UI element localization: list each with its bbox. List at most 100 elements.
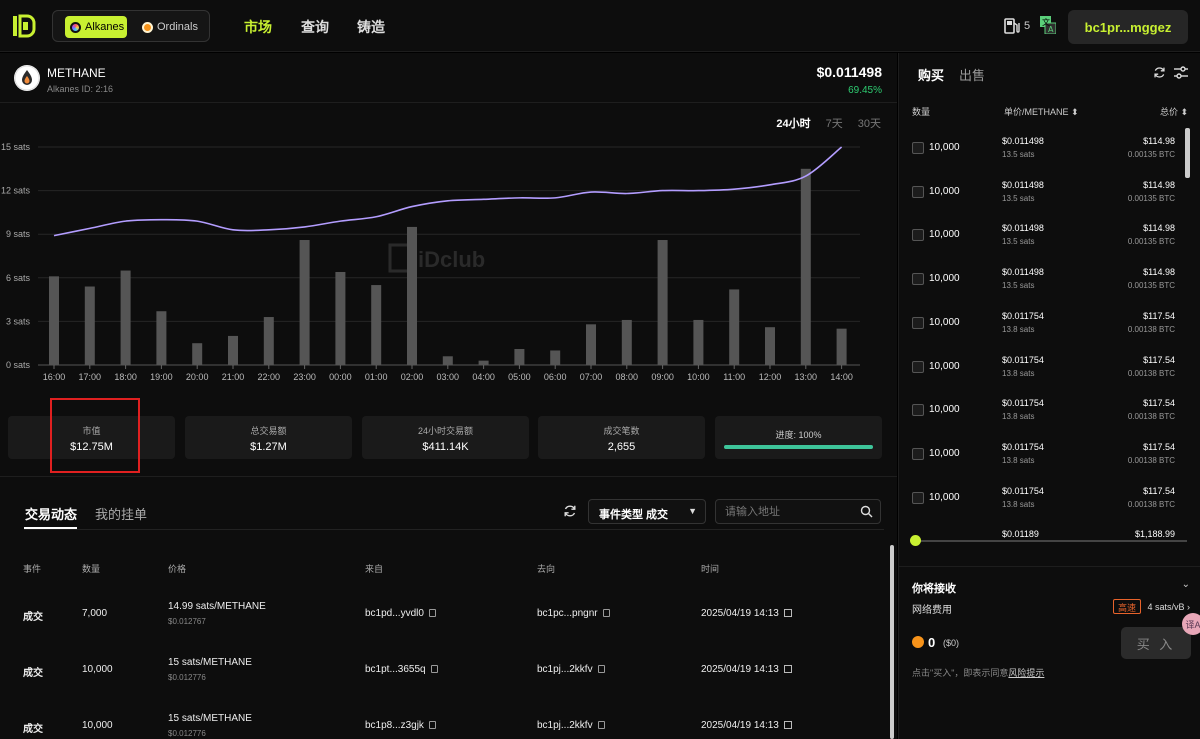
x-tick-label: 06:00	[544, 372, 567, 382]
time-cell[interactable]: 2025/04/19 14:13	[701, 608, 792, 619]
order-qty: 10,000	[929, 185, 960, 197]
to-cell[interactable]: bc1pj...2kkfv	[537, 664, 605, 675]
search-icon[interactable]	[860, 505, 873, 518]
order-unit-price: $0.011754	[1002, 485, 1044, 496]
protocol-ordinals-button[interactable]: Ordinals	[137, 16, 203, 38]
order-checkbox[interactable]	[912, 273, 924, 286]
order-checkbox[interactable]	[912, 229, 924, 242]
svg-text:A: A	[1048, 25, 1054, 34]
range-tab-30d[interactable]: 30天	[858, 115, 881, 131]
fee-rate-value: 4 sats/vB	[1147, 602, 1185, 612]
filter-icon[interactable]	[1174, 66, 1188, 79]
order-row[interactable]: 10,000 $0.011754 13.8 sats $117.54 0.00138 B…	[899, 480, 1189, 524]
copy-icon[interactable]	[428, 721, 436, 729]
event-type-select[interactable]: 事件类型 成交 ▼	[588, 499, 706, 524]
translate-badge[interactable]: 译A	[1182, 613, 1200, 635]
order-row[interactable]: $0.01189 $1,188.99	[899, 523, 1189, 567]
quantity-slider-track[interactable]	[915, 540, 1187, 542]
order-row[interactable]: 10,000 $0.011754 13.8 sats $117.54 0.00138 B…	[899, 436, 1189, 480]
volume-bar	[228, 335, 238, 365]
refresh-icon[interactable]	[1153, 66, 1166, 79]
order-checkbox[interactable]	[912, 360, 924, 373]
fee-rate[interactable]: 4 sats/vB ›	[1147, 602, 1190, 612]
nav-market[interactable]: 市场	[244, 17, 272, 37]
external-link-icon[interactable]	[783, 721, 792, 729]
order-row[interactable]: 10,000 $0.011754 13.8 sats $117.54 0.00138 B…	[899, 349, 1189, 393]
buy-button[interactable]: 买 入	[1121, 627, 1191, 659]
quantity-slider-knob[interactable]	[910, 535, 921, 546]
token-price: $0.011498	[816, 64, 882, 80]
x-tick-label: 07:00	[580, 372, 603, 382]
qty-cell: 10,000	[82, 720, 113, 731]
tab-my-orders[interactable]: 我的挂单	[95, 504, 147, 523]
alkanes-icon	[70, 21, 81, 33]
time-cell[interactable]: 2025/04/19 14:13	[701, 664, 792, 675]
from-cell[interactable]: bc1p8...z3gjk	[365, 720, 436, 731]
fee-speed-badge[interactable]: 高速	[1113, 599, 1142, 614]
copy-icon[interactable]	[602, 609, 610, 617]
order-row[interactable]: 10,000 $0.011498 13.5 sats $114.98 0.00135 B…	[899, 217, 1189, 261]
x-tick-label: 12:00	[759, 372, 782, 382]
nav-mint[interactable]: 铸造	[357, 17, 385, 37]
order-row[interactable]: 10,000 $0.011754 13.8 sats $117.54 0.00138 B…	[899, 305, 1189, 349]
idclub-logo[interactable]	[12, 14, 36, 38]
copy-icon[interactable]	[428, 609, 436, 617]
external-link-icon[interactable]	[783, 609, 792, 617]
external-link-icon[interactable]	[783, 665, 792, 673]
order-total-btc: 0.00138 BTC	[1127, 455, 1175, 465]
to-address: bc1pj...2kkfv	[537, 720, 593, 731]
orderbook-header-unit-price[interactable]: 单价/METHANE ⬍	[1004, 105, 1079, 118]
stat-label: 24小时交易额	[417, 426, 473, 436]
tab-sell[interactable]: 出售	[959, 65, 985, 84]
tab-activity[interactable]: 交易动态	[25, 504, 77, 523]
protocol-switch: Alkanes Ordinals	[52, 10, 210, 42]
order-checkbox[interactable]	[912, 491, 924, 504]
copy-icon[interactable]	[597, 721, 605, 729]
volume-bar	[192, 343, 203, 365]
order-total: $117.54	[1143, 310, 1175, 321]
protocol-alkanes-button[interactable]: Alkanes	[65, 16, 127, 38]
order-row[interactable]: 10,000 $0.011754 13.8 sats $117.54 0.00138 B…	[899, 392, 1189, 436]
copy-icon[interactable]	[597, 665, 605, 673]
chevron-down-icon[interactable]: ⌄	[1182, 579, 1190, 590]
order-checkbox[interactable]	[912, 404, 924, 417]
order-qty: 10,000	[929, 273, 960, 285]
from-cell[interactable]: bc1pt...3655q	[365, 664, 438, 675]
col-header-from: 来自	[365, 564, 384, 574]
orderbook-header-total[interactable]: 总价 ⬍	[1160, 105, 1188, 118]
order-row[interactable]: 10,000 $0.011498 13.5 sats $114.98 0.00135 B…	[899, 261, 1189, 305]
from-cell[interactable]: bc1pd...yvdl0	[365, 608, 436, 619]
to-address: bc1pc...pngnr	[537, 608, 598, 619]
range-tabs: 24小时 7天 30天	[776, 115, 881, 131]
fuel-indicator[interactable]: 5	[1004, 17, 1034, 35]
col-header-to: 去向	[537, 564, 556, 574]
to-cell[interactable]: bc1pc...pngnr	[537, 608, 610, 619]
range-tab-7d[interactable]: 7天	[826, 115, 843, 131]
activity-scrollbar[interactable]	[890, 545, 894, 739]
copy-icon[interactable]	[430, 665, 438, 673]
order-unit-price: $0.011754	[1002, 441, 1044, 452]
to-cell[interactable]: bc1pj...2kkfv	[537, 720, 605, 731]
order-unit-sats: 13.5 sats	[1002, 237, 1035, 247]
orderbook-header-qty: 数量	[912, 107, 931, 117]
order-checkbox[interactable]	[912, 447, 924, 460]
wallet-button[interactable]: bc1pr...mggez	[1068, 10, 1188, 44]
token-id: Alkanes ID: 2:16	[47, 84, 114, 94]
orderbook-scrollbar[interactable]	[1185, 128, 1190, 178]
order-row[interactable]: 10,000 $0.011498 13.5 sats $114.98 0.00135 B…	[899, 130, 1189, 174]
time-cell[interactable]: 2025/04/19 14:13	[701, 720, 792, 731]
order-row[interactable]: 10,000 $0.011498 13.5 sats $114.98 0.00135 B…	[899, 174, 1189, 218]
order-checkbox[interactable]	[912, 142, 924, 154]
order-checkbox[interactable]	[912, 316, 924, 329]
tab-buy[interactable]: 购买	[918, 65, 944, 84]
refresh-icon[interactable]	[563, 504, 577, 518]
translate-icon[interactable]: 文 A	[1040, 16, 1056, 34]
risk-notice-link[interactable]: 风险提示	[1008, 668, 1044, 678]
range-tab-24h[interactable]: 24小时	[776, 115, 810, 131]
volume-bar	[478, 360, 489, 365]
x-tick-label: 03:00	[437, 372, 460, 382]
address-search-input[interactable]	[715, 499, 881, 524]
order-checkbox[interactable]	[912, 185, 924, 198]
receive-label: 你将接收	[912, 583, 956, 595]
nav-query[interactable]: 查询	[301, 17, 329, 37]
